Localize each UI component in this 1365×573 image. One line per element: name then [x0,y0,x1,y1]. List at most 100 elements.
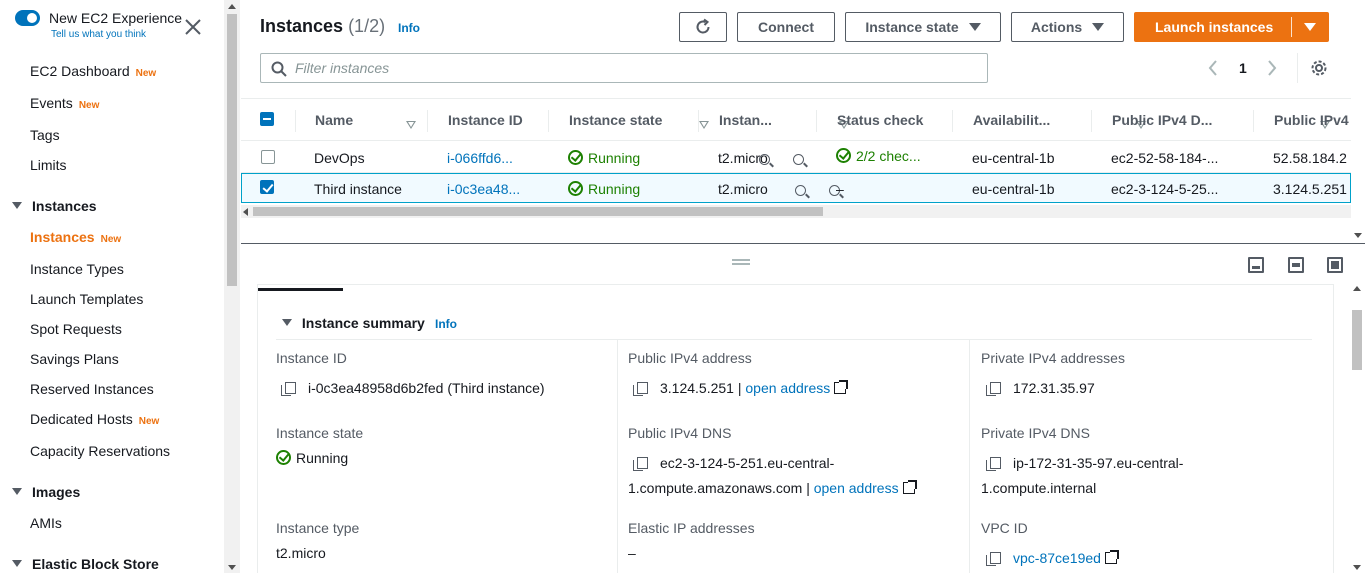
cell-instance-id-link[interactable]: i-066ffd6... [447,150,513,166]
cell-instance-type: t2.micro [718,181,768,197]
zoom-out-icon[interactable] [793,154,805,165]
column-header-availability-zone[interactable]: Availabilit... [973,112,1050,128]
launch-dropdown-icon[interactable] [1304,23,1316,31]
sidebar-section-ebs[interactable]: Elastic Block Store [12,556,159,572]
cell-instance-id-link[interactable]: i-0c3ea48... [447,181,520,197]
divider [1297,53,1298,83]
launch-instances-button[interactable]: Launch instances [1134,12,1329,42]
sidebar: New EC2 Experience Tell us what you thin… [0,0,224,573]
sidebar-item-limits[interactable]: Limits [30,157,67,173]
external-link-icon[interactable] [834,380,849,394]
search-icon [271,61,287,77]
main-scrollbar[interactable] [1351,0,1365,243]
scroll-down-icon[interactable] [1353,565,1361,570]
column-header-instance-state[interactable]: Instance state [569,112,662,128]
open-address-link[interactable]: open address [814,480,899,496]
page-title: Instances (1/2) [260,16,386,36]
table-scrollbar-thumb[interactable] [253,207,823,216]
sidebar-item-instances[interactable]: Instances New [30,229,121,245]
open-address-link[interactable]: open address [745,380,830,396]
connect-button[interactable]: Connect [737,12,835,42]
sidebar-scrollbar[interactable] [224,0,240,573]
cell-status-check[interactable]: 2/2 chec... [836,148,921,164]
row-checkbox[interactable] [260,180,274,194]
new-experience-toggle[interactable] [15,10,40,26]
zoom-in-icon[interactable] [795,185,807,196]
sort-icon[interactable] [698,121,709,129]
feedback-link[interactable]: Tell us what you think [51,29,146,40]
panel-middle-icon[interactable] [1288,257,1304,273]
resize-handle[interactable] [732,259,750,261]
sidebar-section-images[interactable]: Images [12,484,80,500]
caret-down-icon [12,560,22,567]
panel-bottom-icon[interactable] [1248,257,1264,273]
sidebar-item-ec2-dashboard[interactable]: EC2 Dashboard New [30,63,156,79]
copy-icon[interactable] [281,382,296,396]
prev-page-icon[interactable] [1207,60,1219,76]
external-link-icon[interactable] [1104,550,1119,564]
column-header-instance-type[interactable]: Instan... [719,112,772,128]
copy-icon[interactable] [633,457,648,471]
sidebar-section-instances[interactable]: Instances [12,198,97,214]
column-header-public-dns[interactable]: Public IPv4 D... [1112,112,1212,128]
sidebar-item-launch-templates[interactable]: Launch Templates [30,291,143,307]
sidebar-scrollbar-thumb[interactable] [227,14,237,286]
scroll-left-icon[interactable] [243,208,248,216]
sidebar-item-reserved-instances[interactable]: Reserved Instances [30,381,154,397]
sidebar-item-capacity-reservations[interactable]: Capacity Reservations [30,443,170,459]
instance-type-value: t2.micro [276,545,326,561]
column-header-status-check[interactable]: Status check [837,112,923,128]
success-icon [836,148,851,163]
private-dns-value-line2: 1.compute.internal [981,480,1097,496]
copy-icon[interactable] [633,382,648,396]
sort-icon[interactable] [406,121,416,129]
column-header-instance-id[interactable]: Instance ID [448,112,523,128]
copy-icon[interactable] [986,552,1001,566]
sidebar-item-savings-plans[interactable]: Savings Plans [30,351,119,367]
active-tab-indicator [258,288,343,291]
page-number[interactable]: 1 [1239,60,1247,76]
panel-full-icon[interactable] [1327,257,1343,273]
sidebar-item-amis[interactable]: AMIs [30,515,62,531]
sidebar-item-events[interactable]: Events New [30,95,99,111]
sidebar-item-tags[interactable]: Tags [30,127,60,143]
sidebar-item-spot-requests[interactable]: Spot Requests [30,321,122,337]
resize-handle[interactable] [732,263,750,265]
col-divider [952,110,953,132]
col-divider [427,110,428,132]
scroll-up-icon[interactable] [228,4,236,9]
next-page-icon[interactable] [1266,60,1278,76]
sidebar-item-dedicated-hosts[interactable]: Dedicated Hosts New [30,411,159,427]
copy-icon[interactable] [986,382,1001,396]
cell-instance-state: Running [568,181,640,197]
scroll-up-icon[interactable] [1353,286,1361,291]
divider [276,339,1312,340]
instance-state-label: Instance state [276,425,364,441]
public-ip-value: 3.124.5.251 | open address [633,380,849,396]
copy-icon[interactable] [986,457,1001,471]
info-link[interactable]: Info [398,21,420,35]
row-checkbox[interactable] [261,150,275,164]
external-link-icon[interactable] [902,480,917,494]
details-scrollbar-thumb[interactable] [1352,310,1362,370]
scroll-down-icon[interactable] [1354,233,1362,238]
info-link[interactable]: Info [435,317,457,331]
settings-gear-icon[interactable] [1310,59,1328,77]
sidebar-item-instance-types[interactable]: Instance Types [30,261,124,277]
table-horizontal-scrollbar[interactable] [241,205,1351,218]
filter-input[interactable]: Filter instances [260,53,988,83]
instance-state-button[interactable]: Instance state [845,12,1001,42]
caret-down-icon [968,23,981,31]
details-scrollbar[interactable] [1349,282,1365,573]
scroll-down-icon[interactable] [228,565,236,570]
column-header-public-ip[interactable]: Public IPv4 [1274,112,1349,128]
select-all-checkbox[interactable] [260,112,274,126]
success-icon [568,181,583,196]
refresh-button[interactable] [679,12,727,42]
cell-status-check: – [836,181,844,197]
close-icon[interactable] [184,18,202,36]
instance-summary-header[interactable]: Instance summary [282,315,425,331]
actions-button[interactable]: Actions [1011,12,1124,42]
column-header-name[interactable]: Name [315,112,353,128]
vpc-id-link[interactable]: vpc-87ce19ed [1013,550,1101,566]
